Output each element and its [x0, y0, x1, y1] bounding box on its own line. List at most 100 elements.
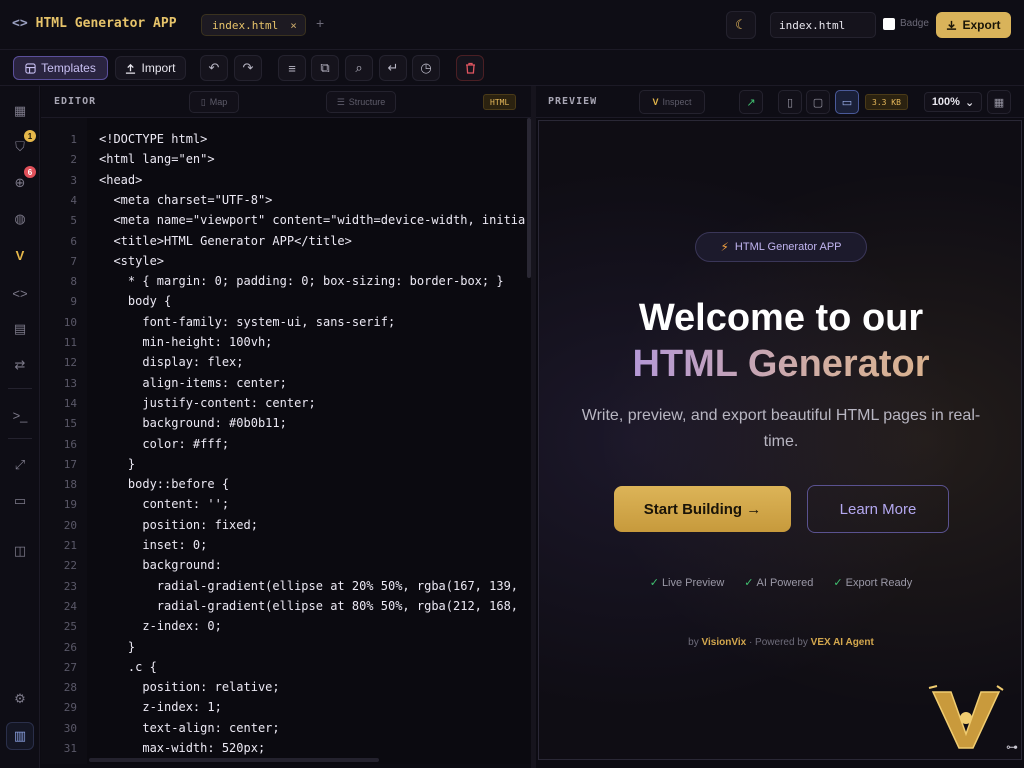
add-tab-button[interactable]: + [316, 15, 324, 31]
pane-divider[interactable] [531, 86, 536, 768]
undo-button[interactable]: ↶ [200, 55, 228, 81]
moon-icon: ☾ [735, 17, 747, 32]
line-number: 29 [63, 701, 77, 715]
code-line: radial-gradient(ellipse at 20% 50%, rgba… [99, 578, 519, 593]
open-external-button[interactable]: ↗ [739, 90, 763, 114]
line-number: 9 [70, 295, 77, 309]
zoom-button[interactable]: ⊕ 6 [9, 166, 36, 194]
file-tab[interactable]: index.html × [201, 14, 306, 36]
feature-item: ✓ AI Powered [744, 576, 813, 589]
code-editor[interactable]: 1 2 3 4 5 6 7 8 9 10 11 12 13 14 15 16 17 18 19 20 21 22 23 24 2… [41, 118, 531, 764]
wrap-button[interactable]: ↵ [379, 55, 407, 81]
line-number: 18 [63, 478, 77, 492]
copy-button[interactable]: ⧉ [311, 55, 339, 81]
line-number: 11 [63, 336, 77, 349]
line-number: 16 [63, 437, 77, 451]
zoom-badge: 6 [24, 166, 36, 178]
app-brand: <> HTML Generator APP [12, 16, 177, 31]
code-line: inset: 0; [99, 538, 208, 552]
palette-icon[interactable]: ◍ [9, 208, 31, 230]
structure-icon: ☰ [336, 96, 345, 107]
monitor-icon[interactable]: ▭ [9, 490, 31, 512]
terminal-icon[interactable]: >_ [9, 404, 31, 426]
code-line: * { margin: 0; padding: 0; box-sizing: b… [99, 274, 504, 289]
line-number: 28 [63, 681, 77, 695]
line-number: 25 [63, 620, 77, 634]
line-number: 14 [63, 396, 77, 410]
structure-button[interactable]: ☰ Structure [326, 91, 396, 113]
filename-input[interactable] [770, 12, 876, 38]
export-button[interactable]: Export [936, 12, 1011, 38]
horizontal-scrollbar[interactable] [89, 758, 379, 762]
undo-icon: ↶ [208, 60, 220, 75]
file-tab-label: index.html [212, 18, 279, 32]
feature-label: Export Ready [845, 577, 913, 589]
line-number: 19 [63, 498, 77, 512]
hero-heading-line1: Welcome to our [638, 297, 924, 339]
hero-heading-line2: HTML Generator [539, 343, 1021, 386]
line-number: 21 [63, 539, 77, 552]
line-number: 30 [63, 721, 77, 735]
redo-button[interactable]: ↷ [234, 55, 262, 81]
line-number: 17 [63, 457, 77, 471]
code-view-icon[interactable]: <> [9, 282, 31, 304]
theme-toggle-button[interactable]: ☾ [726, 11, 756, 39]
toggle-icon[interactable]: ⊶ [1006, 740, 1024, 762]
expand-icon[interactable]: ⤢ [9, 454, 31, 476]
shield-button[interactable]: ⛉ 1 [9, 130, 36, 158]
close-icon[interactable]: × [290, 19, 297, 32]
badge-checkbox[interactable] [883, 18, 895, 30]
pill-text: HTML Generator APP [734, 241, 842, 253]
inspect-button[interactable]: V Inspect [639, 90, 705, 114]
line-number: 1 [70, 133, 77, 146]
desktop-view-button[interactable]: ▭ [835, 90, 859, 114]
app-pill-badge: ⚡ HTML Generator APP [695, 232, 867, 262]
zoom-icon: ⊕ [14, 175, 26, 190]
grid-view-button[interactable]: ▦ [987, 90, 1011, 114]
sidebar-divider [8, 438, 32, 439]
wrap-icon: ↵ [387, 60, 399, 75]
tablet-view-button[interactable]: ▢ [806, 90, 830, 114]
code-line: <meta name="viewport" content="width=dev… [99, 213, 526, 228]
code-line: align-items: center; [99, 375, 287, 390]
code-line: <meta charset="UTF-8"> [99, 192, 273, 207]
import-button[interactable]: Import [115, 56, 186, 80]
code-line: min-height: 100vh; [99, 335, 273, 349]
search-button[interactable]: ⌕ [345, 55, 373, 81]
format-icon: ≡ [288, 60, 296, 76]
line-number: 8 [70, 275, 77, 289]
credit-agent: VEX AI Agent [810, 637, 874, 648]
start-building-button[interactable]: Start Building → [614, 486, 791, 532]
credit-brand: VisionVix [701, 637, 747, 648]
grid-icon[interactable]: ▦ [9, 100, 31, 122]
line-number: 22 [63, 559, 77, 573]
map-button[interactable]: ▯ Map [189, 91, 239, 113]
code-line: <style> [99, 253, 165, 268]
preview-title: PREVIEW [548, 96, 598, 107]
format-button[interactable]: ≡ [278, 55, 306, 81]
settings-icon[interactable]: ⚙ [9, 688, 31, 710]
check-icon: ✓ [649, 577, 659, 589]
mobile-view-button[interactable]: ▯ [778, 90, 802, 114]
history-button[interactable]: ◷ [412, 55, 440, 81]
code-line: max-width: 520px; [99, 741, 266, 755]
line-number: 13 [63, 376, 77, 390]
templates-label: Templates [41, 61, 96, 75]
credit-line: by VisionVix · Powered by VEX AI Agent [539, 637, 1021, 648]
code-line: .c { [99, 659, 157, 674]
sync-icon[interactable]: ⇄ [9, 354, 31, 376]
clipboard-icon[interactable]: ▤ [9, 318, 31, 340]
learn-more-button[interactable]: Learn More [807, 485, 949, 533]
columns-icon[interactable]: ◫ [9, 540, 31, 562]
code-line: color: #fff; [99, 436, 230, 451]
templates-button[interactable]: Templates [13, 56, 108, 80]
zoom-select[interactable]: 100% ⌄ [924, 92, 982, 112]
code-line: z-index: 0; [99, 619, 222, 634]
shield-icon: ⛉ [15, 139, 25, 154]
book-button[interactable]: ▥ [6, 722, 34, 750]
delete-button[interactable] [456, 55, 484, 81]
line-number: 5 [70, 214, 77, 228]
line-number: 6 [70, 234, 77, 248]
check-icon: ✓ [833, 577, 843, 589]
vex-logo-icon[interactable]: V [9, 244, 31, 266]
